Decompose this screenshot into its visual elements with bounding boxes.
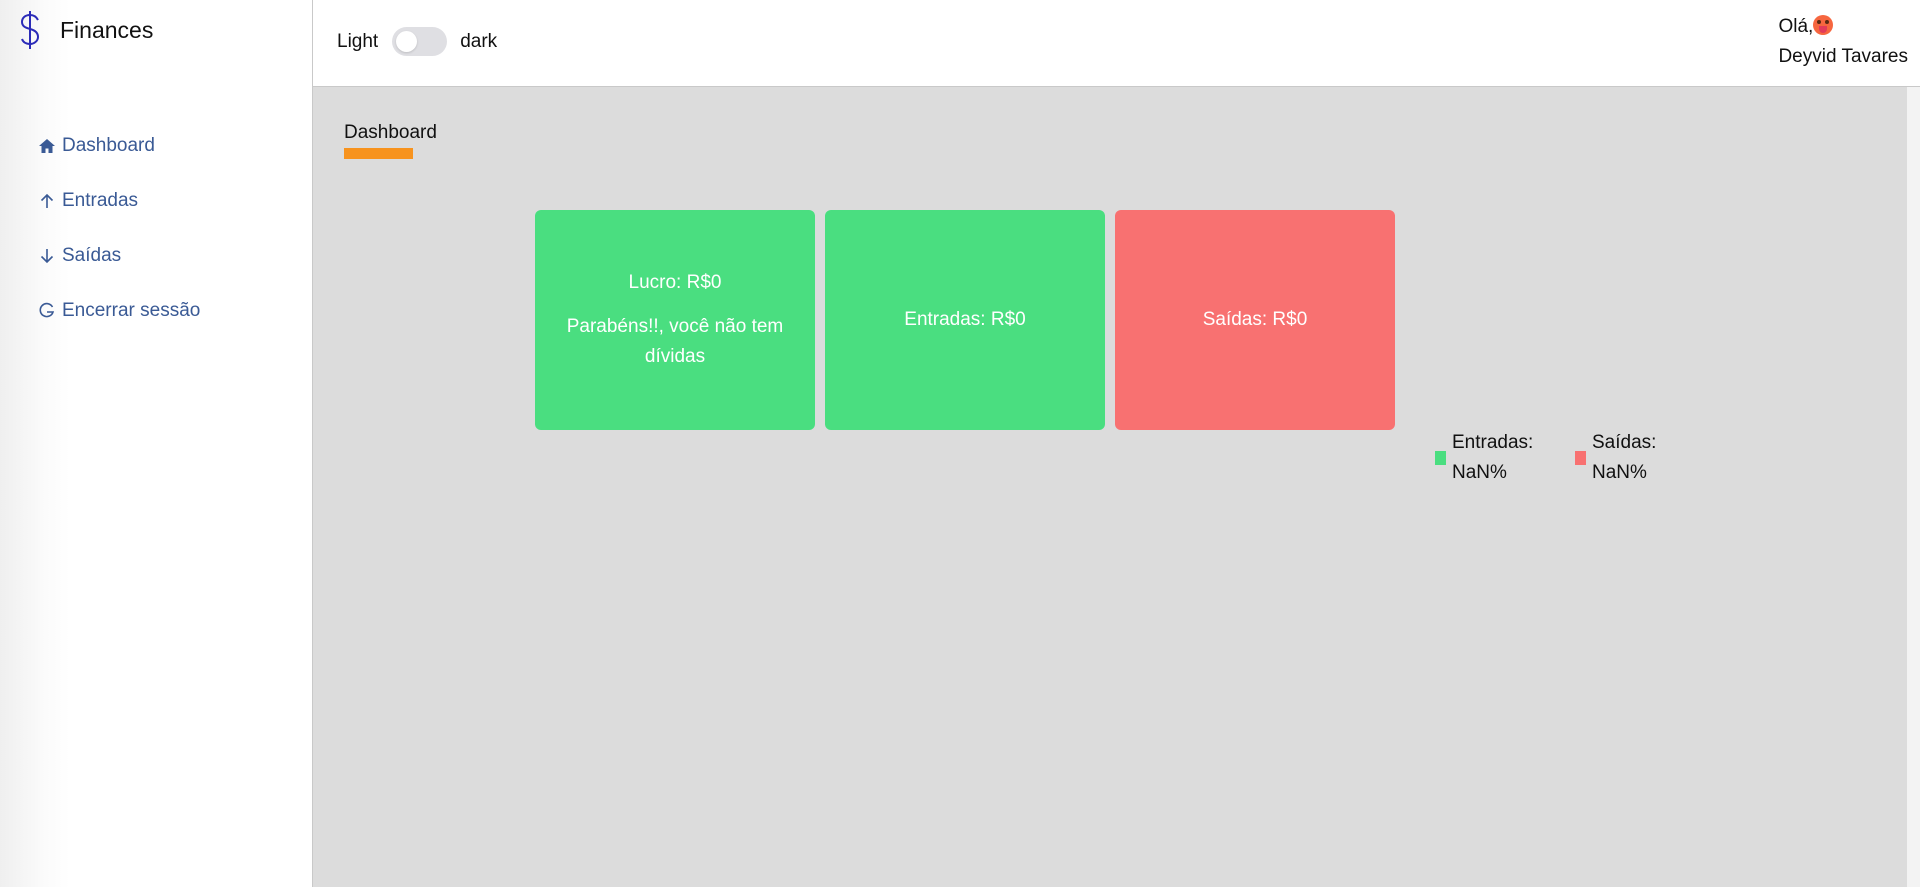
arrow-up-icon <box>38 192 56 210</box>
logout-icon <box>38 302 56 320</box>
home-icon <box>38 137 56 155</box>
dollar-icon <box>16 8 44 52</box>
page-title: Dashboard <box>344 122 437 143</box>
user-greeting: Olá, Deyvid Tavares <box>1778 12 1908 72</box>
profit-message: Parabéns!!, você não tem dívidas <box>566 316 784 367</box>
sidebar-item-entradas[interactable]: Entradas <box>38 173 200 228</box>
app: Finances Dashboard Entradas Saídas Encer… <box>0 0 1920 887</box>
top-bar: Light dark Olá, Deyvid Tavares <box>313 0 1920 87</box>
expense-title: Saídas: R$0 <box>1202 309 1308 330</box>
brand-name: Finances <box>60 16 154 43</box>
arrow-down-icon <box>38 247 56 265</box>
sidebar-item-label: Dashboard <box>62 134 155 156</box>
theme-dark-label: dark <box>460 30 498 52</box>
legend-value: NaN% <box>1452 462 1507 483</box>
profit-card: Lucro: R$0 Parabéns!!, você não tem dívi… <box>535 210 815 430</box>
legend-value: NaN% <box>1592 462 1647 483</box>
income-title: Entradas: R$0 <box>904 309 1026 330</box>
expense-card: Saídas: R$0 <box>1115 210 1395 430</box>
legend-item-saidas: Saídas: NaN% <box>1575 428 1656 488</box>
sidebar-item-logout[interactable]: Encerrar sessão <box>38 283 200 338</box>
sidebar: Finances Dashboard Entradas Saídas Encer… <box>0 0 313 887</box>
toggle-knob <box>396 31 418 52</box>
sidebar-item-saidas[interactable]: Saídas <box>38 228 200 283</box>
theme-toggle[interactable] <box>392 27 448 56</box>
legend-label: Entradas: <box>1452 432 1534 453</box>
main-content: Dashboard Lucro: R$0 Parabéns!!, você nã… <box>313 87 1907 887</box>
vertical-scrollbar[interactable] <box>1907 87 1920 887</box>
greeting-text: Olá, <box>1778 16 1814 37</box>
title-underline <box>344 148 413 159</box>
theme-switcher: Light dark <box>337 27 497 56</box>
sidebar-item-label: Saídas <box>62 244 122 266</box>
sidebar-nav: Dashboard Entradas Saídas Encerrar sessã… <box>38 118 200 338</box>
legend-swatch-green <box>1435 451 1446 465</box>
legend-item-entradas: Entradas: NaN% <box>1435 428 1533 488</box>
user-name: Deyvid Tavares <box>1778 46 1908 67</box>
tongue-face-emoji-icon <box>1813 15 1834 35</box>
sidebar-item-label: Entradas <box>62 189 139 211</box>
profit-title: Lucro: R$0 <box>628 272 722 293</box>
legend-swatch-red <box>1575 451 1586 465</box>
theme-light-label: Light <box>337 30 379 52</box>
sidebar-item-dashboard[interactable]: Dashboard <box>38 118 200 173</box>
income-card: Entradas: R$0 <box>825 210 1105 430</box>
brand[interactable]: Finances <box>16 8 153 52</box>
sidebar-item-label: Encerrar sessão <box>62 299 201 321</box>
legend-label: Saídas: <box>1592 432 1657 453</box>
